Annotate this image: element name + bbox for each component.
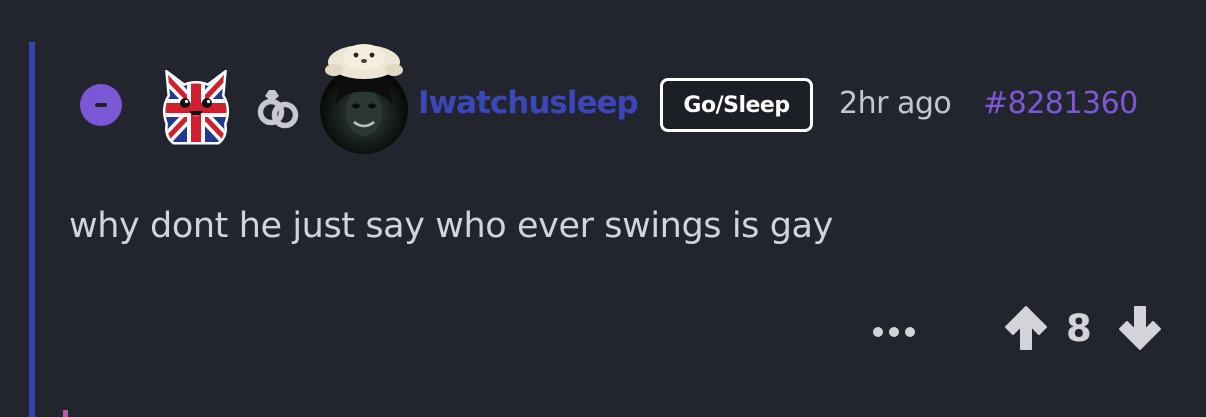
arrow-down-icon[interactable] [1118,305,1162,351]
username-link[interactable]: Iwatchusleep [418,85,639,121]
user-flair-badge: Go/Sleep [660,78,813,132]
child-thread-line [63,410,68,417]
comment-id-link[interactable]: #8281360 [983,86,1138,121]
thread-line[interactable] [29,42,35,417]
timestamp: 2hr ago [839,86,952,121]
comment-body: why dont he just say who ever swings is … [69,206,833,246]
union-jack-cat-icon [162,70,230,145]
wedding-rings-icon [257,90,299,129]
user-avatar[interactable] [318,40,410,154]
arrow-up-icon[interactable] [1004,305,1048,351]
vote-score: 8 [1066,307,1092,350]
comment: Iwatchusleep Go/Sleep 2hr ago #8281360 w… [0,0,1206,417]
ellipsis-icon[interactable] [870,318,920,346]
collapse-button[interactable] [80,84,122,126]
